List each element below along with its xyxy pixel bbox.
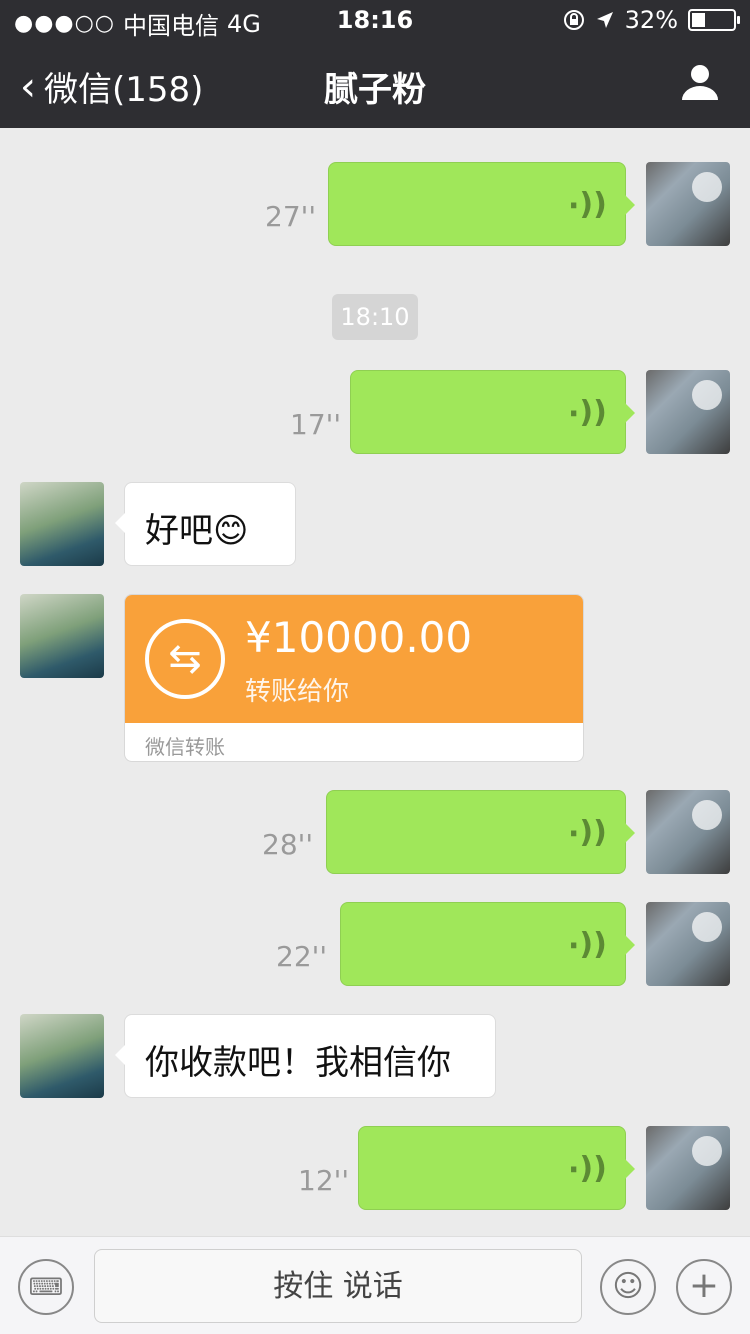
chat-timestamp: 18:10 <box>332 294 418 340</box>
avatar[interactable] <box>646 370 730 454</box>
voice-wave-icon: ((· <box>568 395 607 430</box>
top-header: ●●●○○ 中国电信 4G 18:16 32% ‹ 微信(158) 腻子粉 <box>0 0 750 128</box>
avatar[interactable] <box>20 1014 104 1098</box>
voice-duration: 22'' <box>276 940 328 973</box>
text-bubble[interactable]: 好吧😊 <box>115 482 296 566</box>
hold-to-talk-button[interactable]: 按住 说话 <box>94 1249 582 1323</box>
avatar[interactable] <box>646 162 730 246</box>
voice-bubble[interactable]: ((· <box>358 1126 635 1210</box>
voice-duration: 27'' <box>265 200 317 233</box>
voice-wave-icon: ((· <box>568 927 607 962</box>
voice-wave-icon: ((· <box>568 815 607 850</box>
keyboard-toggle-icon[interactable]: ⌨ <box>18 1259 74 1315</box>
voice-duration: 12'' <box>298 1164 350 1197</box>
avatar[interactable] <box>20 482 104 566</box>
transfer-desc: 转账给你 <box>245 677 350 707</box>
voice-wave-icon: ((· <box>568 187 607 222</box>
emoji-icon[interactable]: ☺ <box>600 1259 656 1315</box>
voice-bubble[interactable]: ((· <box>328 162 635 246</box>
battery-percent: 32% <box>624 6 678 34</box>
transfer-amount: ¥10000.00 <box>245 613 473 662</box>
voice-bubble[interactable]: ((· <box>340 902 635 986</box>
voice-wave-icon: ((· <box>568 1151 607 1186</box>
input-bar: ⌨ 按住 说话 ☺ + <box>0 1236 750 1334</box>
status-bar: ●●●○○ 中国电信 4G 18:16 32% <box>0 0 750 40</box>
rotation-lock-icon <box>563 10 584 30</box>
voice-duration: 17'' <box>290 408 342 441</box>
transfer-icon: ⇆ <box>145 619 225 699</box>
transfer-card[interactable]: ⇆ ¥10000.00 转账给你 微信转账 <box>124 594 584 762</box>
profile-icon[interactable] <box>680 62 720 102</box>
voice-bubble[interactable]: ((· <box>326 790 635 874</box>
voice-bubble[interactable]: ((· <box>350 370 635 454</box>
text-bubble[interactable]: 你收款吧！我相信你 <box>115 1014 496 1098</box>
avatar[interactable] <box>646 902 730 986</box>
chat-title: 腻子粉 <box>324 70 426 110</box>
avatar[interactable] <box>646 1126 730 1210</box>
avatar[interactable] <box>20 594 104 678</box>
location-arrow-icon <box>596 12 613 28</box>
nav-bar: ‹ 微信(158) 腻子粉 <box>0 48 750 120</box>
voice-duration: 28'' <box>262 828 314 861</box>
avatar[interactable] <box>646 790 730 874</box>
transfer-header: ⇆ ¥10000.00 转账给你 <box>125 595 583 723</box>
battery-icon <box>688 9 740 31</box>
transfer-footer: 微信转账 <box>145 735 225 759</box>
plus-icon[interactable]: + <box>676 1259 732 1315</box>
